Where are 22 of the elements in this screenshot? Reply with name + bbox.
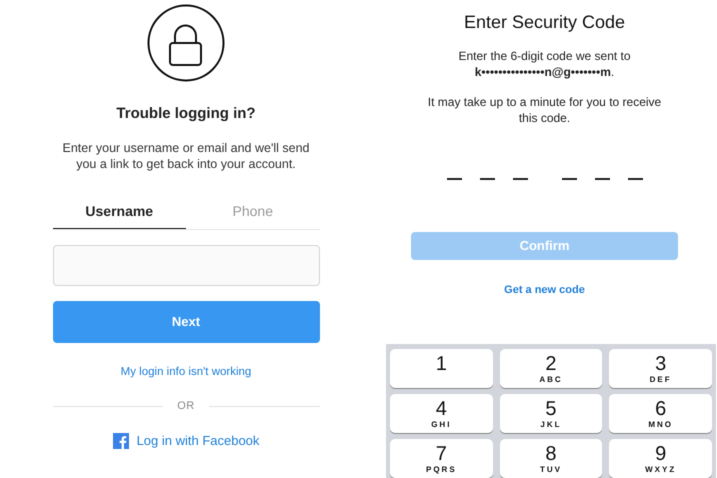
keypad-key[interactable]: 6 MNO [609,394,712,433]
keypad-key[interactable]: 1 [390,349,493,388]
keypad-key[interactable]: 2 ABC [500,349,602,388]
description: Enter your username or email and we'll send you a link to get back into your account. [62,140,310,172]
instruction-text: Enter the 6-digit code we sent to k•••••••••••••••n@g•••••••m. [457,48,632,80]
tab[interactable]: Username [52,194,186,228]
keypad-key[interactable]: 7 PQRS [390,439,493,478]
facebook-login-link[interactable]: Log in with Facebook [112,431,260,451]
divider-label: OR [177,398,195,414]
keypad-key[interactable]: 5 JKL [500,394,602,433]
keypad-key[interactable]: 9 WXYZ [609,439,712,478]
new-code-link[interactable]: Get a new code [504,282,585,298]
note-text: It may take up to a minute for you to receive this code. [426,94,662,126]
keypad-key[interactable]: 8 TUV [500,439,602,478]
lock-icon [147,4,225,82]
help-link[interactable]: My login info isn't working [120,364,252,381]
keypad-key[interactable]: 3 DEF [609,349,712,388]
keypad-key[interactable]: 4 GHI [390,394,493,433]
username-field[interactable] [52,244,320,286]
title: Trouble logging in? [116,104,256,124]
title: Enter Security Code [464,11,626,34]
facebook-icon [112,433,129,449]
